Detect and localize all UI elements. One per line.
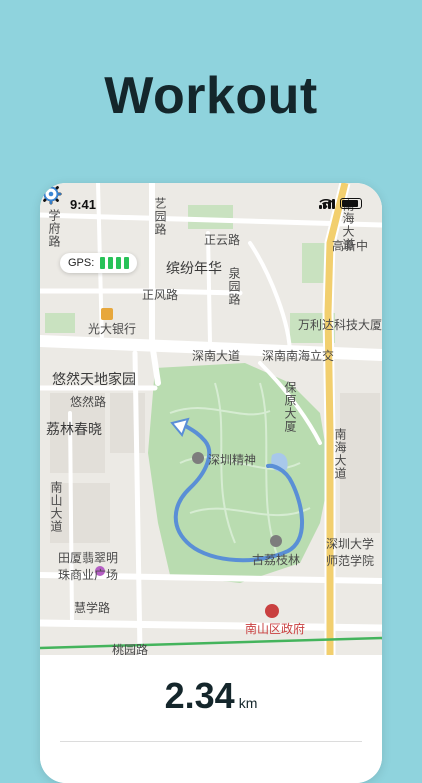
distance-unit: km xyxy=(238,695,258,711)
park-area xyxy=(148,363,330,583)
distance-value: 2.34 xyxy=(164,675,235,716)
gps-signal-bars xyxy=(100,257,130,269)
map-label: 悠然路 xyxy=(70,395,107,409)
distance-readout: 2.34 km xyxy=(40,675,382,717)
workout-stats-panel: 2.34 km xyxy=(40,655,382,783)
map-label: 南山大道 xyxy=(49,481,63,533)
map-label: 泉园路 xyxy=(227,267,241,306)
wifi-icon xyxy=(318,198,333,208)
map-label: 光大银行 xyxy=(88,322,137,336)
map-label: 保原大厦 xyxy=(283,381,297,433)
map-label: 田厦翡翠明珠商业广场 xyxy=(58,551,119,582)
phone-frame: 学府路 艺园路 正云路 缤纷年华 泉园路 正风路 光大银行 深南大道 深南南海立… xyxy=(40,183,382,783)
map-label: 缤纷年华 xyxy=(166,260,222,276)
gps-label: GPS: xyxy=(68,257,95,269)
map-label: 深圳大学师范学院 xyxy=(326,537,375,568)
map-label: 南海大道 xyxy=(333,428,347,480)
map-label: 慧学路 xyxy=(74,601,111,615)
map-label: 悠然天地家园 xyxy=(52,371,136,387)
map-label: 古荔枝林 xyxy=(252,553,301,567)
battery-icon xyxy=(340,198,362,209)
map-label: 深圳精神 xyxy=(208,453,257,467)
map-label: 正风路 xyxy=(142,288,179,302)
status-time: 9:41 xyxy=(70,197,97,212)
locate-me-icon[interactable] xyxy=(40,183,62,205)
map-label: 正云路 xyxy=(204,233,241,247)
map-label: 荔林春晓 xyxy=(46,421,102,437)
map-label: 万利达科技大厦 xyxy=(298,318,382,332)
panel-divider xyxy=(60,741,362,742)
page-headline: Workout xyxy=(104,67,318,125)
map-label: 深南大道 xyxy=(192,349,241,363)
map-label: 深南南海立交 xyxy=(262,349,335,363)
status-bar: 9:41 xyxy=(40,183,382,221)
gps-indicator: GPS: xyxy=(60,253,138,273)
map-view[interactable]: 学府路 艺园路 正云路 缤纷年华 泉园路 正风路 光大银行 深南大道 深南南海立… xyxy=(40,183,382,657)
map-label: 南山区政府 xyxy=(245,622,306,636)
